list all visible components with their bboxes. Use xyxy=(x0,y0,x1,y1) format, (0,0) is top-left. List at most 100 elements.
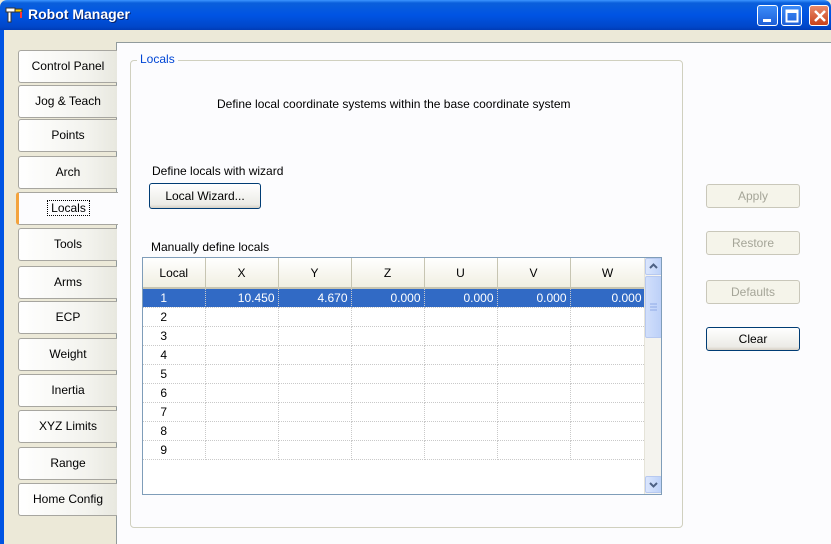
locals-grid[interactable]: Local X Y Z U V W 1 10.450 4.670 0.000 0… xyxy=(142,257,662,495)
x-cell[interactable] xyxy=(205,326,279,346)
z-cell[interactable] xyxy=(351,421,425,441)
minimize-button[interactable] xyxy=(757,5,778,26)
local-number-cell[interactable]: 7 xyxy=(143,402,206,422)
tab-points[interactable]: Points xyxy=(18,119,117,152)
table-row[interactable]: 5 xyxy=(143,364,646,384)
defaults-button[interactable]: Defaults xyxy=(706,280,800,304)
y-cell[interactable] xyxy=(278,364,352,384)
y-cell[interactable] xyxy=(278,383,352,403)
apply-button[interactable]: Apply xyxy=(706,184,800,208)
w-cell[interactable] xyxy=(570,402,646,422)
table-row[interactable]: 1 10.450 4.670 0.000 0.000 0.000 0.000 xyxy=(143,288,646,308)
u-cell[interactable] xyxy=(424,345,498,365)
tab-control-panel[interactable]: Control Panel xyxy=(18,50,117,83)
local-number-cell[interactable]: 6 xyxy=(143,383,206,403)
column-header-v[interactable]: V xyxy=(497,258,571,289)
restore-button[interactable]: Restore xyxy=(706,231,800,255)
z-cell[interactable] xyxy=(351,383,425,403)
x-cell[interactable] xyxy=(205,402,279,422)
w-cell[interactable] xyxy=(570,421,646,441)
tab-ecp[interactable]: ECP xyxy=(18,301,117,334)
y-cell[interactable] xyxy=(278,345,352,365)
table-row[interactable]: 8 xyxy=(143,421,646,441)
z-cell[interactable] xyxy=(351,345,425,365)
table-row[interactable]: 7 xyxy=(143,402,646,422)
table-row[interactable]: 4 xyxy=(143,345,646,365)
grid-vertical-scrollbar[interactable] xyxy=(644,258,661,494)
v-cell[interactable] xyxy=(497,307,571,327)
z-cell[interactable]: 0.000 xyxy=(351,288,425,308)
y-cell[interactable] xyxy=(278,440,352,460)
v-cell[interactable] xyxy=(497,402,571,422)
x-cell[interactable] xyxy=(205,345,279,365)
x-cell[interactable]: 10.450 xyxy=(205,288,279,308)
local-number-cell[interactable]: 5 xyxy=(143,364,206,384)
u-cell[interactable] xyxy=(424,402,498,422)
v-cell[interactable]: 0.000 xyxy=(497,288,571,308)
y-cell[interactable] xyxy=(278,421,352,441)
z-cell[interactable] xyxy=(351,307,425,327)
u-cell[interactable] xyxy=(424,421,498,441)
local-number-cell[interactable]: 9 xyxy=(143,440,206,460)
v-cell[interactable] xyxy=(497,364,571,384)
tab-inertia[interactable]: Inertia xyxy=(18,374,117,407)
z-cell[interactable] xyxy=(351,326,425,346)
v-cell[interactable] xyxy=(497,440,571,460)
y-cell[interactable] xyxy=(278,402,352,422)
tab-xyz-limits[interactable]: XYZ Limits xyxy=(18,410,117,443)
table-row[interactable]: 6 xyxy=(143,383,646,403)
local-number-cell[interactable]: 1 xyxy=(143,288,206,308)
w-cell[interactable] xyxy=(570,307,646,327)
u-cell[interactable]: 0.000 xyxy=(424,288,498,308)
title-bar[interactable]: Robot Manager xyxy=(0,0,831,30)
column-header-local[interactable]: Local xyxy=(143,258,206,289)
tab-locals[interactable]: Locals xyxy=(16,192,118,225)
w-cell[interactable] xyxy=(570,326,646,346)
u-cell[interactable] xyxy=(424,364,498,384)
table-row[interactable]: 9 xyxy=(143,440,646,460)
tab-range[interactable]: Range xyxy=(18,447,117,480)
w-cell[interactable] xyxy=(570,383,646,403)
column-header-z[interactable]: Z xyxy=(351,258,425,289)
v-cell[interactable] xyxy=(497,421,571,441)
y-cell[interactable] xyxy=(278,326,352,346)
y-cell[interactable] xyxy=(278,307,352,327)
v-cell[interactable] xyxy=(497,383,571,403)
scroll-down-button[interactable] xyxy=(645,476,661,493)
w-cell[interactable]: 0.000 xyxy=(570,288,646,308)
scroll-thumb[interactable] xyxy=(645,276,661,338)
local-number-cell[interactable]: 3 xyxy=(143,326,206,346)
u-cell[interactable] xyxy=(424,383,498,403)
v-cell[interactable] xyxy=(497,326,571,346)
tab-home-config[interactable]: Home Config xyxy=(18,483,117,516)
tab-arms[interactable]: Arms xyxy=(18,266,117,299)
tab-arch[interactable]: Arch xyxy=(18,156,117,189)
clear-button[interactable]: Clear xyxy=(706,327,800,351)
y-cell[interactable]: 4.670 xyxy=(278,288,352,308)
w-cell[interactable] xyxy=(570,440,646,460)
tab-jog-teach[interactable]: Jog & Teach xyxy=(18,85,117,118)
x-cell[interactable] xyxy=(205,364,279,384)
tab-weight[interactable]: Weight xyxy=(18,338,117,371)
v-cell[interactable] xyxy=(497,345,571,365)
z-cell[interactable] xyxy=(351,364,425,384)
table-row[interactable]: 2 xyxy=(143,307,646,327)
x-cell[interactable] xyxy=(205,421,279,441)
z-cell[interactable] xyxy=(351,402,425,422)
w-cell[interactable] xyxy=(570,364,646,384)
u-cell[interactable] xyxy=(424,307,498,327)
z-cell[interactable] xyxy=(351,440,425,460)
local-number-cell[interactable]: 8 xyxy=(143,421,206,441)
table-row[interactable]: 3 xyxy=(143,326,646,346)
u-cell[interactable] xyxy=(424,326,498,346)
scroll-up-button[interactable] xyxy=(645,258,661,275)
column-header-y[interactable]: Y xyxy=(278,258,352,289)
column-header-x[interactable]: X xyxy=(205,258,279,289)
local-number-cell[interactable]: 2 xyxy=(143,307,206,327)
tab-tools[interactable]: Tools xyxy=(18,228,117,261)
x-cell[interactable] xyxy=(205,440,279,460)
w-cell[interactable] xyxy=(570,345,646,365)
x-cell[interactable] xyxy=(205,307,279,327)
local-wizard-button[interactable]: Local Wizard... xyxy=(149,183,261,209)
u-cell[interactable] xyxy=(424,440,498,460)
